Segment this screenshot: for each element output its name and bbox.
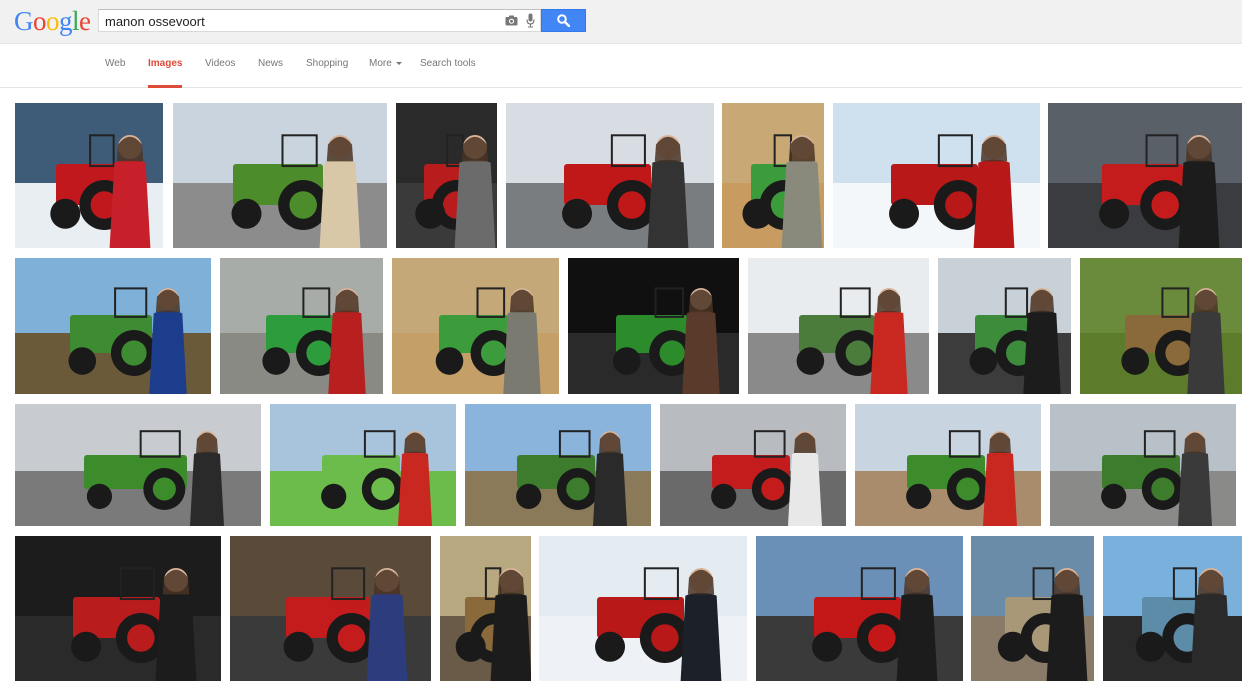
tab-web[interactable]: Web [105,58,125,88]
image-thumbnail [1048,103,1242,248]
image-thumbnail [392,258,559,394]
image-result[interactable] [440,536,531,681]
image-thumbnail [15,536,221,681]
tab-search-tools[interactable]: Search tools [420,58,476,88]
tab-shopping[interactable]: Shopping [306,58,348,88]
image-results-grid [0,89,1242,681]
search-button[interactable] [541,9,586,32]
image-thumbnail [722,103,824,248]
image-result[interactable] [15,536,221,681]
image-result[interactable] [270,404,456,526]
image-thumbnail [833,103,1040,248]
image-thumbnail [506,103,714,248]
image-thumbnail [173,103,387,248]
chevron-down-icon [395,61,402,65]
image-result[interactable] [748,258,929,394]
tab-label: More [369,58,392,69]
image-result[interactable] [833,103,1040,248]
image-result[interactable] [506,103,714,248]
tab-label: Web [105,58,126,69]
image-thumbnail [15,258,211,394]
tab-label: Images [148,58,183,69]
image-result[interactable] [465,404,651,526]
tab-label: Search tools [420,58,476,69]
top-bar: Google [0,0,1242,43]
image-result[interactable] [756,536,963,681]
image-result[interactable] [173,103,387,248]
logo-letter: G [14,6,34,36]
search-tabs: Web Images Videos News Shopping More Sea… [0,43,1242,88]
image-result[interactable] [392,258,559,394]
image-thumbnail [855,404,1041,526]
google-logo[interactable]: Google [14,6,91,36]
image-result[interactable] [15,258,211,394]
image-result[interactable] [660,404,846,526]
image-result[interactable] [1050,404,1236,526]
image-result[interactable] [971,536,1094,681]
image-thumbnail [938,258,1071,394]
image-thumbnail [396,103,497,248]
logo-letter: o [33,6,47,36]
tab-label: Shopping [306,58,349,69]
tab-videos[interactable]: Videos [205,58,235,88]
image-result[interactable] [1048,103,1242,248]
image-thumbnail [660,404,846,526]
tab-label: News [258,58,284,69]
camera-icon[interactable] [505,15,518,26]
image-thumbnail [971,536,1094,681]
logo-letter: l [72,6,80,36]
image-thumbnail [1103,536,1242,681]
image-thumbnail [220,258,383,394]
image-thumbnail [1080,258,1242,394]
image-thumbnail [465,404,651,526]
image-thumbnail [1050,404,1236,526]
image-result[interactable] [568,258,739,394]
image-thumbnail [756,536,963,681]
logo-letter: g [59,6,73,36]
tab-news[interactable]: News [258,58,283,88]
image-thumbnail [230,536,431,681]
search-icon [557,14,570,27]
microphone-icon[interactable] [526,13,535,28]
image-result[interactable] [230,536,431,681]
image-thumbnail [539,536,747,681]
tab-label: Videos [205,58,236,69]
tab-more[interactable]: More [369,58,402,88]
image-result[interactable] [938,258,1071,394]
image-thumbnail [15,103,163,248]
image-thumbnail [270,404,456,526]
image-result[interactable] [15,404,261,526]
image-result[interactable] [722,103,824,248]
search-input[interactable] [105,12,495,30]
image-thumbnail [748,258,929,394]
image-thumbnail [15,404,261,526]
logo-letter: o [46,6,60,36]
tab-images[interactable]: Images [148,58,183,88]
image-result[interactable] [220,258,383,394]
image-thumbnail [568,258,739,394]
image-result[interactable] [855,404,1041,526]
image-result[interactable] [15,103,163,248]
search-box [98,9,541,32]
image-result[interactable] [1080,258,1242,394]
logo-letter: e [79,6,91,36]
image-result[interactable] [396,103,497,248]
image-thumbnail [440,536,531,681]
image-result[interactable] [539,536,747,681]
image-result[interactable] [1103,536,1242,681]
